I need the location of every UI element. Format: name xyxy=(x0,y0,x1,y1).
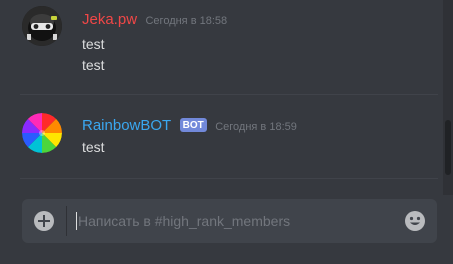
scrollbar[interactable] xyxy=(443,0,453,195)
message-text: test xyxy=(82,57,105,73)
message-input[interactable] xyxy=(74,199,394,243)
message-group: Jeka.pw Сегодня в 18:58 test test xyxy=(0,0,440,93)
scrollbar-thumb[interactable] xyxy=(445,120,451,175)
username[interactable]: Jeka.pw xyxy=(82,11,137,28)
chat-view: Jeka.pw Сегодня в 18:58 test test Rainbo… xyxy=(0,0,453,264)
message-header: Jeka.pw Сегодня в 18:58 xyxy=(82,11,227,29)
message-text: test xyxy=(82,36,105,52)
smiley-icon[interactable] xyxy=(404,210,426,232)
message-divider xyxy=(20,94,438,95)
timestamp: Сегодня в 18:59 xyxy=(215,121,297,133)
avatar[interactable] xyxy=(22,6,62,46)
helmet-avatar-icon xyxy=(22,6,62,46)
message-header: RainbowBOT BOT Сегодня в 18:59 xyxy=(82,117,297,135)
message-composer xyxy=(22,199,437,243)
username[interactable]: RainbowBOT xyxy=(82,117,171,134)
message-divider xyxy=(20,178,438,179)
text-caret xyxy=(76,212,77,230)
rainbow-wheel-avatar-icon xyxy=(22,113,62,153)
plus-circle-icon[interactable] xyxy=(34,211,54,231)
composer-divider xyxy=(66,206,67,236)
timestamp: Сегодня в 18:58 xyxy=(145,15,228,27)
message-group: RainbowBOT BOT Сегодня в 18:59 test xyxy=(0,104,440,174)
bot-tag: BOT xyxy=(179,118,207,132)
message-text: test xyxy=(82,139,105,155)
avatar[interactable] xyxy=(22,113,62,153)
